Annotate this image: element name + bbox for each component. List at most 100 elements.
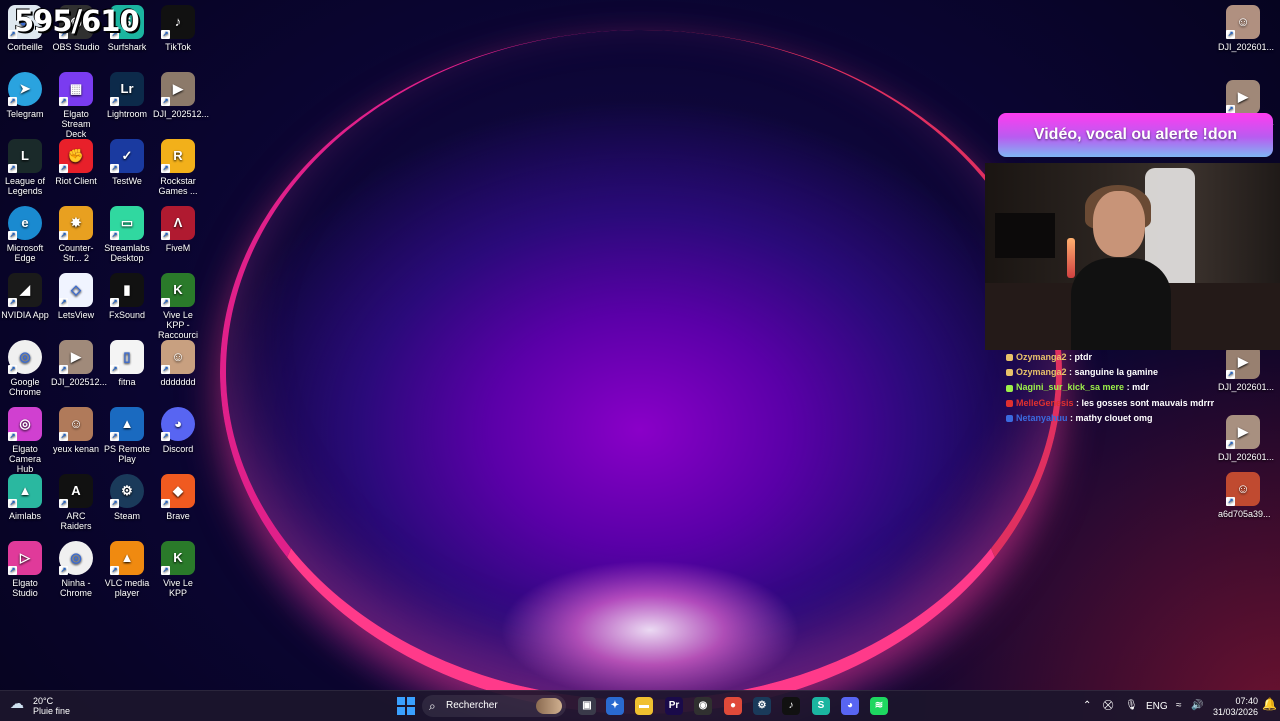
- chrome-profile-icon: ◎ ↗: [59, 541, 93, 575]
- aimlabs-icon: ▲ ↗: [8, 474, 42, 508]
- shortcut-arrow-icon: ↗: [8, 365, 17, 374]
- desktop-shortcut[interactable]: K ↗ Vive Le KPP - Raccourci: [153, 273, 203, 340]
- chat-text: mdr: [1132, 382, 1150, 393]
- chat-separator: :: [1073, 397, 1082, 408]
- shortcut-arrow-icon: ↗: [8, 298, 17, 307]
- desktop-shortcut[interactable]: ▲ ↗ PS Remote Play: [102, 407, 152, 464]
- desktop-shortcut-label: DJI_202601...: [1218, 42, 1275, 52]
- desktop-shortcut[interactable]: ▷ ↗ Elgato Studio: [0, 541, 50, 598]
- start-button[interactable]: [397, 697, 415, 715]
- shortcut-arrow-icon: ↗: [110, 231, 119, 240]
- letsview-icon: ◇ ↗: [59, 273, 93, 307]
- clock[interactable]: 07:40 31/03/2026: [1208, 696, 1258, 718]
- shortcut-arrow-icon: ↗: [8, 499, 17, 508]
- taskbar-search[interactable]: ⌕ Rechercher: [422, 695, 566, 717]
- notification-bell-icon[interactable]: 🔔: [1262, 697, 1277, 711]
- desktop-shortcut[interactable]: ☺ ↗ ddddddd: [153, 340, 203, 387]
- desktop-shortcut[interactable]: ▦ ↗ Elgato Stream Deck: [51, 72, 101, 139]
- shortcut-arrow-icon: ↗: [8, 432, 17, 441]
- donation-banner: Vidéo, vocal ou alerte !don: [998, 113, 1273, 157]
- desktop-shortcut[interactable]: ☺ ↗ a6d705a39...: [1218, 472, 1271, 519]
- desktop-shortcut[interactable]: ▯ ↗ fitna: [102, 340, 152, 387]
- shortcut-arrow-icon: ↗: [110, 164, 119, 173]
- shortcut-arrow-icon: ↗: [161, 97, 170, 106]
- video-thumbnail-icon: ▶ ↗: [161, 72, 195, 106]
- desktop-shortcut[interactable]: A ↗ ARC Raiders: [51, 474, 101, 531]
- desktop-shortcut[interactable]: ◇ ↗ LetsView: [51, 273, 101, 320]
- desktop-shortcut[interactable]: ⚙ ↗ Steam: [102, 474, 152, 521]
- desktop-shortcut-label: Elgato Camera Hub: [8, 444, 41, 474]
- desktop-shortcut-label: Aimlabs: [8, 511, 41, 521]
- desktop-shortcut[interactable]: ♪ ↗ TikTok: [153, 5, 203, 52]
- copilot-icon[interactable]: ✦: [606, 697, 624, 715]
- chat-username: Ozymanga2: [1016, 352, 1067, 362]
- desktop-shortcut[interactable]: ➤ ↗ Telegram: [0, 72, 50, 119]
- riot-client-icon: ✊ ↗: [59, 139, 93, 173]
- task-view-icon[interactable]: ▣: [578, 697, 596, 715]
- tiktok-icon: ♪ ↗: [161, 5, 195, 39]
- desktop-shortcut[interactable]: ▶ ↗ DJI_202512...: [51, 340, 107, 387]
- chat-separator: :: [1066, 352, 1075, 362]
- desktop-shortcut[interactable]: ▮ ↗ FxSound: [102, 273, 152, 320]
- file-explorer-icon[interactable]: ▬: [635, 697, 653, 715]
- desktop-shortcut[interactable]: ◆ ↗ Brave: [153, 474, 203, 521]
- spotify-taskbar-icon[interactable]: ≋: [870, 697, 888, 715]
- shortcut-arrow-icon: ↗: [161, 566, 170, 575]
- edge-icon: e ↗: [8, 206, 42, 240]
- surfshark-taskbar-icon[interactable]: S: [812, 697, 830, 715]
- shortcut-arrow-icon: ↗: [161, 231, 170, 240]
- desktop-shortcut[interactable]: ✸ ↗ Counter-Str... 2: [51, 206, 101, 263]
- shortcut-arrow-icon: ↗: [59, 298, 68, 307]
- shortcut-arrow-icon: ↗: [1226, 440, 1235, 449]
- desktop-shortcut-label: Riot Client: [55, 176, 97, 186]
- photo-thumbnail-icon: ☺ ↗: [1226, 5, 1260, 39]
- desktop-shortcut[interactable]: ◢ ↗ NVIDIA App: [0, 273, 50, 320]
- chat-username: Nagini_sur_kick_sa mere: [1016, 382, 1125, 393]
- stream-chat: Ozymanga2 : ptdr Ozymanga2 : sanguine la …: [1006, 350, 1276, 426]
- chrome-taskbar-icon[interactable]: ●: [724, 697, 742, 715]
- desktop-shortcut[interactable]: e ↗ Microsoft Edge: [0, 206, 50, 263]
- chat-text: ptdr: [1074, 352, 1093, 362]
- desktop-shortcut[interactable]: R ↗ Rockstar Games ...: [153, 139, 203, 196]
- chat-username: Netanyahuu: [1016, 412, 1068, 423]
- desktop-shortcut[interactable]: Λ ↗ FiveM: [153, 206, 203, 253]
- desktop-shortcut[interactable]: ✓ ↗ TestWe: [102, 139, 152, 186]
- desktop-shortcut[interactable]: ◎ ↗ Google Chrome: [0, 340, 50, 397]
- wifi-icon[interactable]: ≈: [1176, 700, 1182, 711]
- desktop-shortcut[interactable]: L ↗ League of Legends: [0, 139, 50, 196]
- discord-taskbar-icon[interactable]: ◕: [841, 697, 859, 715]
- shortcut-arrow-icon: ↗: [59, 365, 68, 374]
- desktop-shortcut[interactable]: ◕ ↗ Discord: [153, 407, 203, 454]
- language-indicator[interactable]: ENG: [1146, 701, 1168, 712]
- desktop-shortcut[interactable]: ✊ ↗ Riot Client: [51, 139, 101, 186]
- desktop-shortcut-label: NVIDIA App: [1, 310, 49, 320]
- chrome-icon: ◎ ↗: [8, 340, 42, 374]
- desktop-shortcut[interactable]: Lr ↗ Lightroom: [102, 72, 152, 119]
- desktop-shortcut[interactable]: ▲ ↗ VLC media player: [102, 541, 152, 598]
- steam-icon: ⚙ ↗: [110, 474, 144, 508]
- microphone-icon[interactable]: 🎙: [1125, 700, 1138, 711]
- streamlabs-icon: ▭ ↗: [110, 206, 144, 240]
- desktop-shortcut[interactable]: ▶ ↗ DJI_202512...: [153, 72, 209, 119]
- desktop-shortcut[interactable]: ▲ ↗ Aimlabs: [0, 474, 50, 521]
- stream-counter: 595/610: [14, 4, 140, 38]
- obs-taskbar-icon[interactable]: ◉: [694, 697, 712, 715]
- desktop-shortcut-label: League of Legends: [4, 176, 46, 196]
- shortcut-arrow-icon: ↗: [8, 97, 17, 106]
- desktop-shortcut[interactable]: ☺ ↗ yeux kenan: [51, 407, 101, 454]
- desktop-shortcut[interactable]: ☺ ↗ DJI_202601...: [1218, 5, 1275, 52]
- premiere-icon[interactable]: Pr: [665, 697, 683, 715]
- weather-widget[interactable]: ☁ 20°C Pluie fine: [10, 696, 70, 716]
- tiktok-taskbar-icon[interactable]: ♪: [782, 697, 800, 715]
- desktop-shortcut[interactable]: ◎ ↗ Ninha - Chrome: [51, 541, 101, 598]
- windows-logo-tile: [397, 707, 405, 715]
- steam-taskbar-icon[interactable]: ⚙: [753, 697, 771, 715]
- network-off-icon[interactable]: ⛒: [1103, 700, 1113, 711]
- desktop-shortcut[interactable]: ▭ ↗ Streamlabs Desktop: [102, 206, 152, 263]
- chevron-up-icon[interactable]: ⌃: [1083, 700, 1091, 711]
- windows-logo-tile: [407, 707, 415, 715]
- chat-badge-icon: [1006, 354, 1013, 362]
- desktop-shortcut[interactable]: K ↗ Vive Le KPP: [153, 541, 203, 598]
- volume-icon[interactable]: 🔊: [1191, 700, 1203, 711]
- desktop-shortcut[interactable]: ◎ ↗ Elgato Camera Hub: [0, 407, 50, 474]
